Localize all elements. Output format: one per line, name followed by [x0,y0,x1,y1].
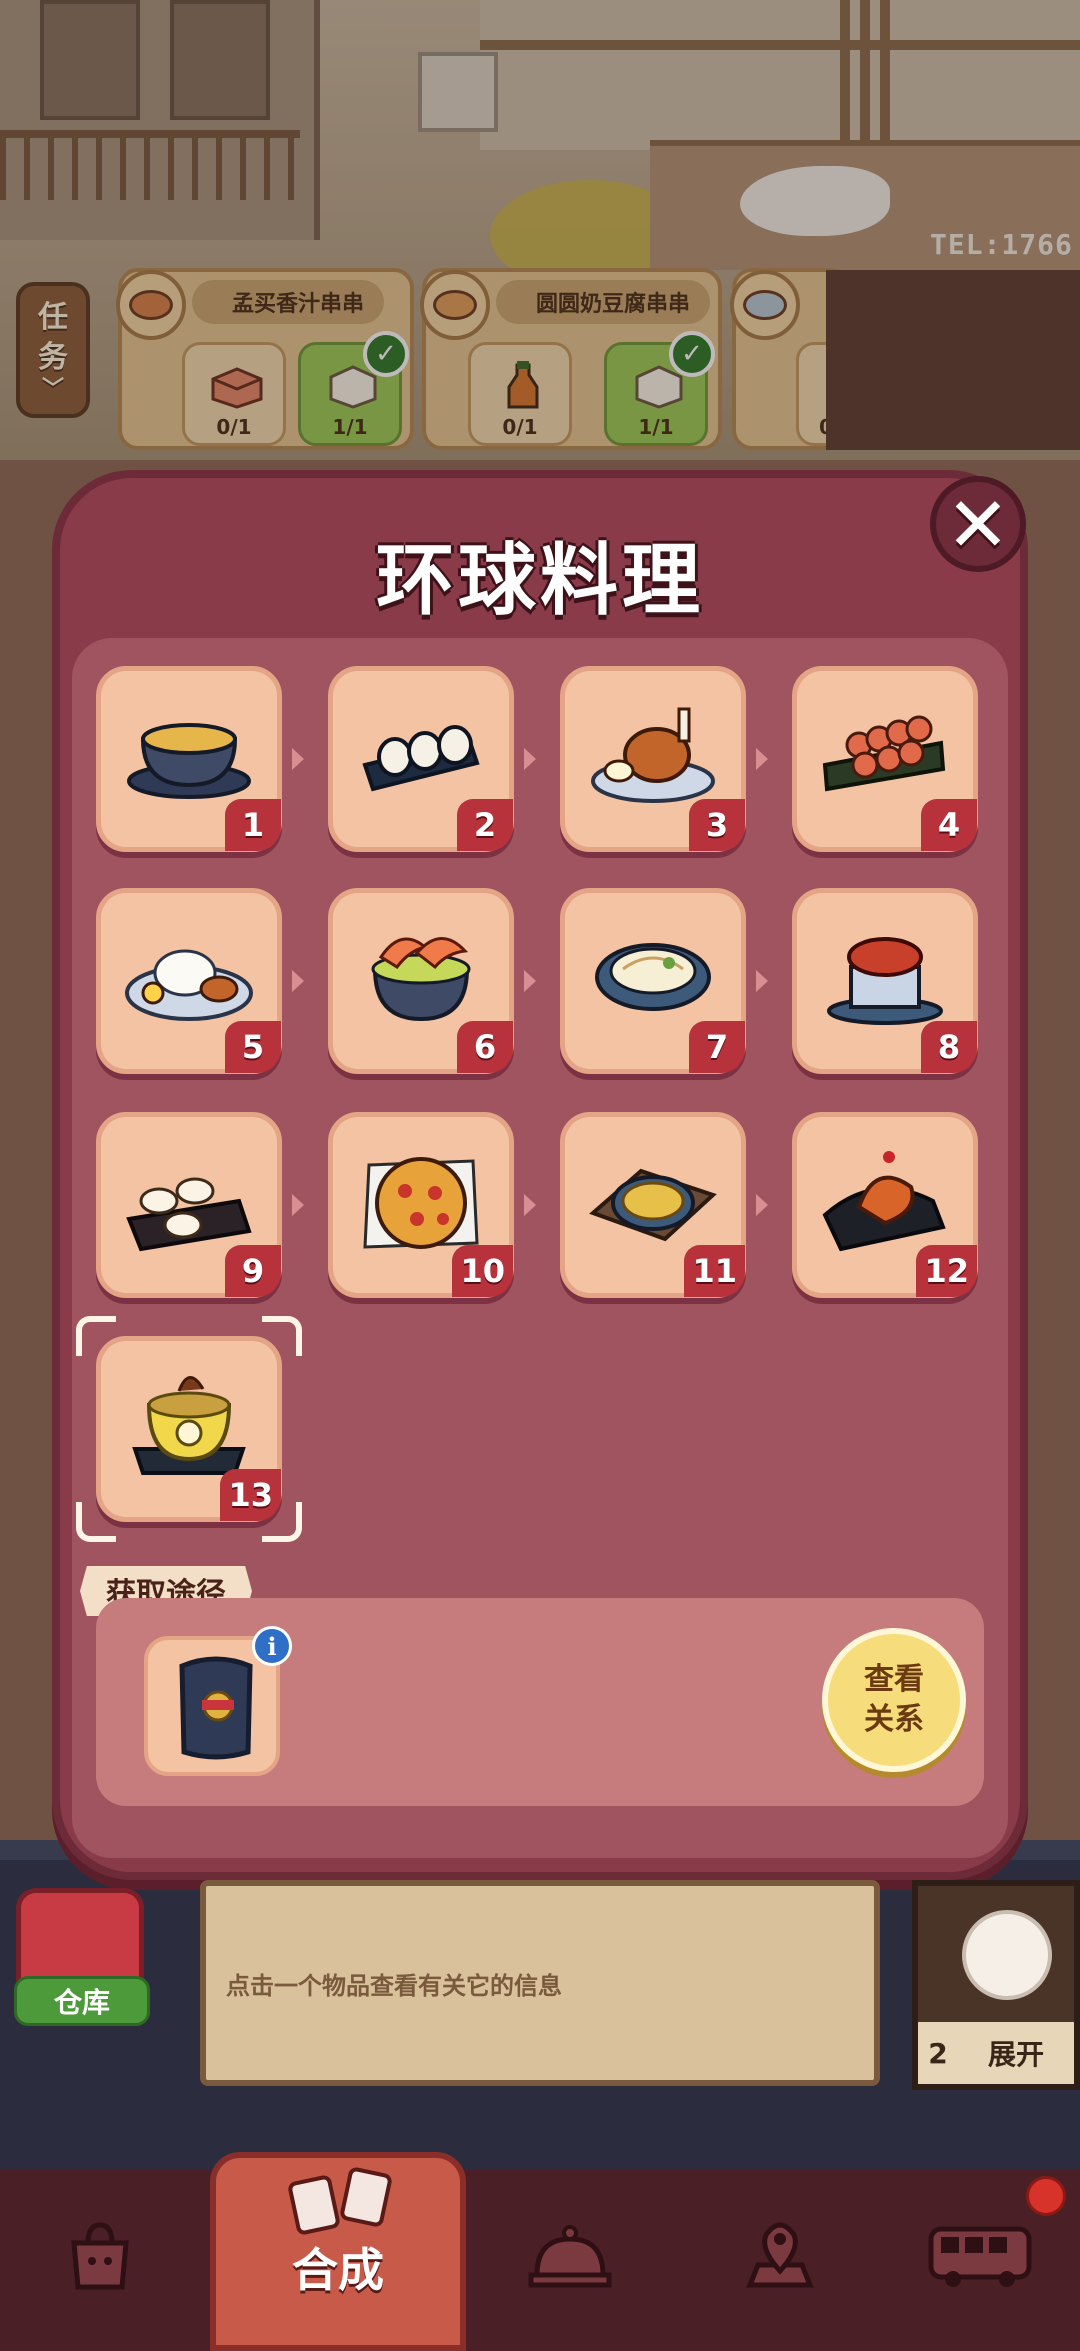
view-relation-label-line1: 查看 [864,1662,924,1697]
item-level-badge: 8 [921,1021,977,1073]
chain-item-tile[interactable]: 6 [328,888,514,1074]
notification-dot [1026,2176,1066,2216]
curry-plate-icon [589,1168,717,1242]
selection-bracket [76,1502,116,1542]
meatball-skewers-icon [822,715,946,792]
egg-custard-cups-icon [126,1177,252,1252]
chain-arrow-icon [756,748,768,770]
chain-item-tile[interactable]: 3 [560,666,746,852]
shop-bag-icon [71,2222,129,2290]
shrimp-bowl-icon [371,937,471,1022]
chef-hat-icon [179,1656,253,1760]
chain-item-tile[interactable]: 5 [96,888,282,1074]
chain-item-tile[interactable]: 7 [560,888,746,1074]
merge-cards-icon [288,2167,392,2235]
chain-arrow-icon [756,1194,768,1216]
view-relation-label-line2: 关系 [864,1702,924,1737]
item-level-badge: 6 [457,1021,513,1073]
item-level-badge: 2 [457,799,513,851]
selection-bracket [262,1502,302,1542]
item-level-badge: 10 [452,1245,513,1297]
chain-item-tile[interactable]: 2 [328,666,514,852]
chain-item-tile[interactable]: 4 [792,666,978,852]
braised-pork-pot-icon [827,937,943,1025]
dialog-title: 环球料理 [375,536,704,626]
lucky-cat-count: 2 [928,2036,948,2070]
lucky-cat-panel[interactable]: 2 展开 [912,1880,1080,2090]
chain-item-tile[interactable]: 13 [96,1336,282,1522]
info-icon[interactable]: i [252,1626,292,1666]
sushi-roll-icon [362,725,480,792]
roast-chicken-leg-icon [591,707,715,803]
buddha-jumps-over-wall-icon [132,1376,246,1475]
warehouse-label: 仓库 [14,1976,150,2026]
bus-icon [928,2226,1032,2287]
item-level-badge: 11 [684,1245,745,1297]
item-info-panel: 点击一个物品查看有关它的信息 [200,1880,880,2086]
selection-bracket [262,1316,302,1356]
lucky-cat-icon [962,1910,1052,2000]
chain-arrow-icon [292,970,304,992]
item-level-badge: 1 [225,799,281,851]
nav-merge-label: 合成 [292,2243,384,2297]
nav-bus[interactable] [920,2200,1040,2310]
chain-item-tile[interactable]: 11 [560,1112,746,1298]
close-icon: ✕ [946,479,1010,569]
item-level-badge: 7 [689,1021,745,1073]
bottom-nav [0,2170,1080,2351]
item-level-badge: 3 [689,799,745,851]
pizza-icon [363,1157,479,1249]
chicken-rice-plate-icon [125,949,253,1021]
chain-arrow-icon [524,970,536,992]
item-level-badge: 5 [225,1021,281,1073]
view-relation-button[interactable]: 查看 关系 [822,1628,966,1772]
chain-arrow-icon [292,748,304,770]
close-button[interactable]: ✕ [930,476,1026,572]
item-level-badge: 12 [916,1245,977,1297]
chain-item-tile[interactable]: 10 [328,1112,514,1298]
cake-board-icon [822,1151,946,1252]
map-pin-icon [746,2222,814,2288]
expand-button[interactable]: 展开 [958,2033,1074,2073]
nav-shop[interactable] [40,2200,160,2310]
nav-service[interactable] [510,2200,630,2310]
stone-pot-soup-icon [127,723,251,799]
nav-map[interactable] [720,2200,840,2310]
item-level-badge: 4 [921,799,977,851]
chain-item-tile[interactable]: 12 [792,1112,978,1298]
chain-arrow-icon [524,1194,536,1216]
chain-arrow-icon [524,748,536,770]
chain-item-tile[interactable]: 9 [96,1112,282,1298]
service-bell-icon [528,2225,612,2288]
warehouse-button[interactable]: 仓库 [10,1880,150,2030]
chain-item-tile[interactable]: 8 [792,888,978,1074]
chain-arrow-icon [756,970,768,992]
selection-bracket [76,1316,116,1356]
item-info-hint: 点击一个物品查看有关它的信息 [226,1972,562,2000]
chain-arrow-icon [292,1194,304,1216]
noodle-bowl-icon [595,943,711,1011]
nav-merge-tab[interactable]: 合成 [210,2152,466,2351]
chain-item-tile[interactable]: 1 [96,666,282,852]
item-level-badge: 9 [225,1245,281,1297]
